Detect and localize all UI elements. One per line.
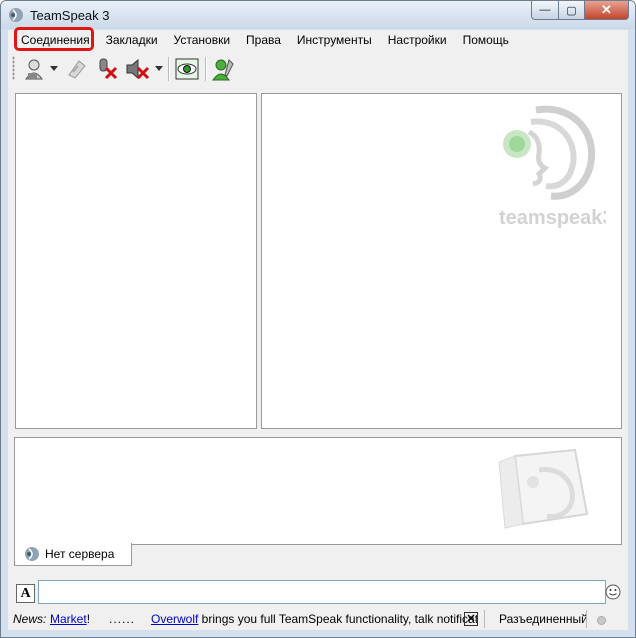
teamspeak-window: TeamSpeak 3 — ▢ ✕ Соединения Закладки Ус… bbox=[0, 0, 636, 638]
menu-tools[interactable]: Инструменты bbox=[289, 30, 380, 52]
title-bar[interactable]: TeamSpeak 3 — ▢ ✕ bbox=[1, 1, 635, 29]
tab-label: Нет сервера bbox=[45, 547, 115, 561]
status-divider bbox=[586, 610, 587, 628]
teamspeak-icon bbox=[25, 547, 39, 561]
news-label: News: bbox=[13, 612, 47, 626]
menu-settings-install[interactable]: Установки bbox=[166, 30, 238, 52]
server-tab-bar: Нет сервера bbox=[14, 543, 626, 567]
close-button[interactable]: ✕ bbox=[585, 1, 629, 20]
close-icon: ✕ bbox=[601, 2, 612, 17]
menu-settings[interactable]: Настройки bbox=[380, 30, 455, 52]
info-panel[interactable]: teamspeak3 bbox=[261, 93, 622, 429]
toolbar-separator bbox=[205, 57, 207, 81]
status-bar: News: Market! ...... Overwolf brings you… bbox=[8, 608, 628, 630]
window-title: TeamSpeak 3 bbox=[30, 8, 110, 23]
chevron-down-icon[interactable] bbox=[50, 66, 58, 72]
connection-indicator-icon bbox=[597, 616, 606, 625]
overwolf-news: Overwolf brings you full TeamSpeak funct… bbox=[151, 612, 478, 626]
client-area: Соединения Закладки Установки Права Инст… bbox=[8, 27, 628, 630]
connect-icon[interactable] bbox=[22, 56, 48, 82]
overwolf-link[interactable]: Overwolf bbox=[151, 612, 198, 626]
market-news: Market! bbox=[50, 612, 90, 626]
menu-bookmarks[interactable]: Закладки bbox=[98, 30, 166, 52]
emoticon-icon[interactable] bbox=[605, 584, 621, 600]
toolbar bbox=[8, 53, 628, 85]
chat-input[interactable] bbox=[38, 580, 606, 604]
highlight-annotation bbox=[14, 27, 94, 51]
text-format-button[interactable]: A bbox=[16, 584, 35, 603]
minimize-button[interactable]: — bbox=[531, 1, 559, 20]
close-news-button[interactable]: ✕ bbox=[464, 612, 478, 626]
disconnect-icon[interactable] bbox=[64, 56, 90, 82]
menu-bar: Соединения Закладки Установки Права Инст… bbox=[8, 27, 628, 52]
menu-permissions[interactable]: Права bbox=[238, 30, 289, 52]
tab-server[interactable]: Нет сервера bbox=[14, 543, 132, 566]
chat-watermark-icon bbox=[498, 448, 589, 529]
mute-speakers-icon[interactable] bbox=[124, 56, 150, 82]
chevron-down-icon[interactable] bbox=[155, 66, 163, 72]
market-suffix: ! bbox=[86, 612, 91, 626]
close-icon: ✕ bbox=[466, 613, 476, 625]
minimize-icon: — bbox=[539, 4, 551, 16]
market-link[interactable]: Market bbox=[50, 612, 87, 626]
news-text: brings you full TeamSpeak functionality,… bbox=[198, 612, 479, 626]
connection-status: Разъединенный bbox=[499, 612, 588, 626]
maximize-icon: ▢ bbox=[566, 4, 577, 17]
chat-input-row: A bbox=[8, 578, 628, 606]
mute-microphone-icon[interactable] bbox=[94, 56, 120, 82]
maximize-button[interactable]: ▢ bbox=[559, 1, 585, 20]
menu-help[interactable]: Помощь bbox=[455, 30, 517, 52]
channel-tree-panel[interactable] bbox=[15, 93, 257, 429]
toolbar-separator bbox=[168, 57, 170, 81]
chat-log-panel[interactable] bbox=[14, 437, 622, 545]
away-status-icon[interactable] bbox=[174, 56, 200, 82]
text-format-icon: A bbox=[20, 585, 31, 601]
watermark-text: teamspeak3 bbox=[499, 207, 606, 229]
teamspeak-icon bbox=[9, 8, 23, 22]
avatar-settings-icon[interactable] bbox=[211, 56, 237, 82]
teamspeak-logo-icon: teamspeak3 bbox=[499, 105, 606, 229]
news-separator: ...... bbox=[109, 612, 136, 626]
status-divider bbox=[484, 610, 485, 628]
toolbar-grip[interactable] bbox=[12, 56, 15, 80]
